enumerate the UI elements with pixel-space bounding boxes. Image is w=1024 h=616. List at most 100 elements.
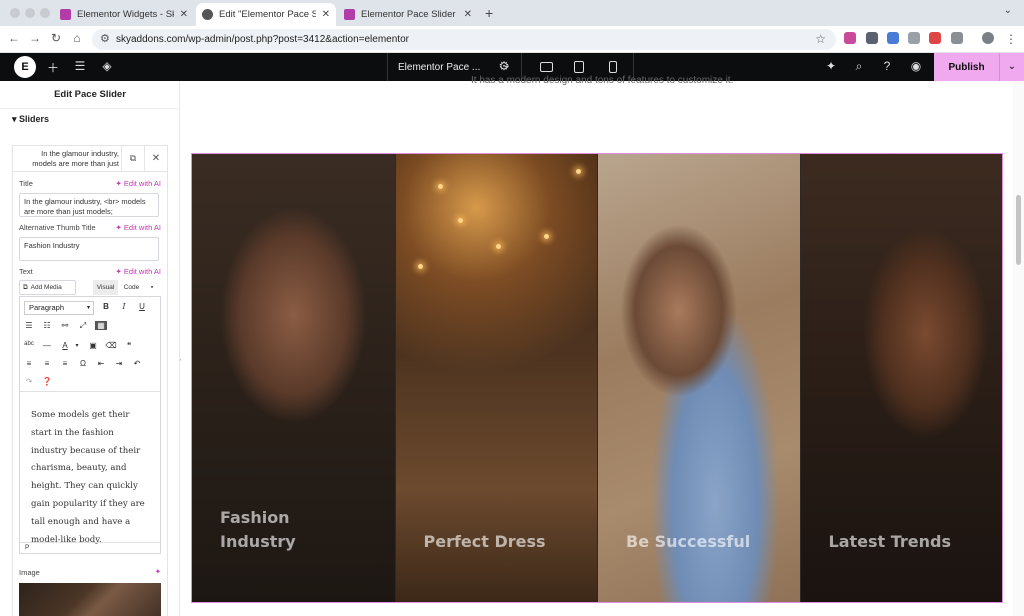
slide-be-successful[interactable]: Be Successful xyxy=(597,154,800,602)
preview-eye-icon[interactable]: ◉ xyxy=(908,59,924,73)
outdent-icon[interactable]: ⇤ xyxy=(95,359,107,368)
light-bulb-decor xyxy=(457,218,463,223)
keyboard-help-icon[interactable]: ❓ xyxy=(41,377,53,386)
browser-tab-3[interactable]: Elementor Pace Slider Widge ✕ xyxy=(338,3,478,26)
edit-with-ai-link[interactable]: ✦ Edit with AI xyxy=(116,267,161,276)
close-tab-icon[interactable]: ✕ xyxy=(464,9,472,20)
align-center-icon[interactable]: ≡ xyxy=(41,359,53,368)
elementor-logo-icon[interactable]: E xyxy=(14,56,36,78)
undo-icon[interactable]: ↶ xyxy=(131,359,143,368)
puzzle-extensions-icon[interactable] xyxy=(951,32,963,44)
repeater-item-header[interactable]: In the glamour industry, models are more… xyxy=(13,146,167,172)
alt-thumb-title-input[interactable]: Fashion Industry xyxy=(19,237,159,261)
new-tab-button[interactable]: + xyxy=(485,5,493,21)
add-element-icon[interactable]: ＋ xyxy=(45,59,61,76)
close-tab-icon[interactable]: ✕ xyxy=(322,9,330,20)
repeater-item-title[interactable]: In the glamour industry, models are more… xyxy=(17,149,119,169)
toolbar-toggle-icon[interactable]: ▦ xyxy=(95,321,107,330)
browser-tab-2[interactable]: Edit "Elementor Pace Slider W ✕ xyxy=(196,3,336,26)
translate-extension-icon[interactable] xyxy=(887,32,899,44)
structure-layers-icon[interactable]: ◈ xyxy=(99,59,115,73)
panel-title: Edit Pace Slider xyxy=(54,89,126,100)
back-arrow-icon[interactable]: ← xyxy=(6,31,22,45)
url-omnibox[interactable]: ⚙ skyaddons.com/wp-admin/post.php?post=3… xyxy=(92,29,836,50)
text-color-icon[interactable]: A xyxy=(59,341,71,350)
notifications-rocket-icon[interactable]: ✦ xyxy=(823,59,839,73)
search-icon[interactable]: ⌕ xyxy=(851,59,867,74)
extension-icon[interactable] xyxy=(908,32,920,44)
image-thumbnail[interactable] xyxy=(19,583,161,616)
slide-latest-trends[interactable]: Latest Trends xyxy=(799,154,1002,602)
blockquote-icon[interactable]: ❝ xyxy=(123,341,135,350)
extension-icon[interactable] xyxy=(844,32,856,44)
publish-options-chevron-icon[interactable]: ⌄ xyxy=(999,53,1024,81)
desktop-device-icon[interactable] xyxy=(540,62,553,72)
site-settings-icon[interactable]: ☰ xyxy=(72,59,88,73)
section-toggle-sliders[interactable]: ▾ Sliders xyxy=(12,114,49,125)
tab-visual[interactable]: Visual xyxy=(93,280,118,295)
canvas-scrollbar-track[interactable] xyxy=(1013,81,1024,616)
ai-sparkle-icon: ✦ xyxy=(115,179,124,188)
forward-arrow-icon[interactable]: → xyxy=(27,31,43,45)
extension-icon[interactable] xyxy=(929,32,941,44)
tablet-device-icon[interactable] xyxy=(574,61,584,73)
edit-with-ai-link[interactable]: ✦ Edit with AI xyxy=(116,223,161,232)
slide-title: Perfect Dress xyxy=(423,532,546,551)
url-text[interactable]: skyaddons.com/wp-admin/post.php?post=341… xyxy=(116,34,409,45)
shield-extension-icon[interactable] xyxy=(866,32,878,44)
remove-item-icon[interactable]: ✕ xyxy=(144,146,167,171)
align-left-icon[interactable]: ≡ xyxy=(23,359,35,368)
special-character-icon[interactable]: Ω xyxy=(77,359,89,368)
browser-tab-1[interactable]: Elementor Widgets - Sky Add ✕ xyxy=(54,3,194,26)
clear-formatting-icon[interactable]: ⌫ xyxy=(105,341,117,350)
indent-icon[interactable]: ⇥ xyxy=(113,359,125,368)
slide-fashion-industry[interactable]: Fashion Industry xyxy=(192,154,395,602)
globe-favicon-icon xyxy=(202,9,213,20)
close-tab-icon[interactable]: ✕ xyxy=(180,9,188,20)
fullscreen-icon[interactable]: ⤢ xyxy=(77,321,89,331)
tab-code[interactable]: Code xyxy=(119,280,144,295)
redo-icon[interactable]: ↷ xyxy=(23,377,35,386)
ai-sparkle-icon[interactable]: ✦ xyxy=(155,567,161,576)
minimize-window-dot[interactable] xyxy=(25,8,35,18)
align-right-icon[interactable]: ≡ xyxy=(59,359,71,368)
browser-menu-icon[interactable]: ⋮ xyxy=(1003,32,1019,46)
page-settings-gear-icon[interactable]: ⚙ xyxy=(496,59,512,73)
reload-icon[interactable]: ↻ xyxy=(48,31,64,45)
horizontal-line-icon[interactable]: — xyxy=(41,341,53,350)
title-textarea[interactable]: In the glamour industry, <br> models are… xyxy=(19,193,159,217)
duplicate-icon[interactable]: ⧉ xyxy=(121,146,144,171)
tab-title: Edit "Elementor Pace Slider W xyxy=(219,9,316,20)
close-window-dot[interactable] xyxy=(10,8,20,18)
profile-avatar[interactable] xyxy=(982,32,994,44)
bullet-list-icon[interactable]: ☰ xyxy=(23,321,35,330)
numbered-list-icon[interactable]: ☷ xyxy=(41,321,53,330)
bookmark-star-icon[interactable]: ☆ xyxy=(815,32,826,46)
paste-text-icon[interactable]: ▣ xyxy=(87,341,99,350)
add-media-button[interactable]: ⧉ Add Media xyxy=(19,280,76,295)
canvas-scrollbar-thumb[interactable] xyxy=(1016,195,1021,265)
editor-content[interactable]: Some models get their start in the fashi… xyxy=(20,391,160,545)
bold-icon[interactable]: B xyxy=(100,302,112,311)
edit-with-ai-label: Edit with AI xyxy=(123,267,161,276)
tab-search-chevron-icon[interactable]: ⌄ xyxy=(1004,5,1012,16)
mobile-device-icon[interactable] xyxy=(609,61,617,73)
slide-perfect-dress[interactable]: Perfect Dress xyxy=(394,154,597,602)
publish-button[interactable]: Publish xyxy=(934,53,999,81)
light-bulb-decor xyxy=(417,264,423,269)
help-icon[interactable]: ? xyxy=(879,59,895,73)
chevron-down-icon[interactable]: ▾ xyxy=(71,342,83,349)
zoom-window-dot[interactable] xyxy=(40,8,50,18)
home-icon[interactable]: ⌂ xyxy=(69,31,85,45)
pace-slider-widget[interactable]: Fashion Industry Perfect Dress Be Succes… xyxy=(191,153,1003,603)
strikethrough-icon[interactable]: abc xyxy=(23,341,35,347)
underline-icon[interactable]: U xyxy=(136,302,148,311)
site-info-icon[interactable]: ⚙ xyxy=(100,32,110,45)
link-icon[interactable]: ⚯ xyxy=(59,321,71,330)
format-select[interactable]: Paragraph ▾ xyxy=(24,301,94,315)
alt-thumb-title-label: Alternative Thumb Title xyxy=(19,223,96,232)
italic-icon[interactable]: I xyxy=(118,302,130,311)
trash-icon[interactable]: ▪ xyxy=(146,280,158,295)
ai-sparkle-icon: ✦ xyxy=(115,267,124,276)
edit-with-ai-link[interactable]: ✦ Edit with AI xyxy=(116,179,161,188)
